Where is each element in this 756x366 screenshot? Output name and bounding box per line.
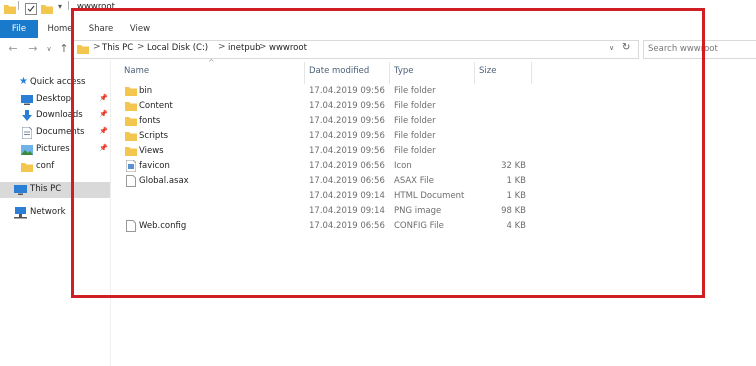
pictures-icon (21, 145, 33, 155)
nav-label: Pictures (36, 144, 70, 154)
properties-icon[interactable] (25, 3, 37, 15)
tab-file[interactable]: File (0, 20, 38, 38)
desktop-icon (21, 95, 33, 105)
nav-label: Desktop (36, 94, 72, 104)
download-icon (22, 110, 32, 121)
folder-icon (4, 5, 16, 14)
nav-label: This PC (30, 184, 62, 194)
customize-toolbar-icon[interactable]: ▾ (58, 2, 62, 11)
back-arrow-icon[interactable]: ← (6, 42, 20, 56)
quick-access-separator: | (17, 1, 21, 11)
documents-icon (22, 127, 32, 139)
recent-locations-chevron-icon[interactable]: ∨ (44, 42, 54, 56)
forward-arrow-icon[interactable]: → (26, 42, 40, 56)
title-separator: | (67, 1, 71, 11)
network-icon (14, 207, 27, 219)
nav-label: Network (30, 207, 66, 217)
up-arrow-icon[interactable]: ↑ (57, 42, 71, 56)
folder-icon (21, 163, 33, 172)
highlight-rectangle (71, 8, 705, 298)
new-folder-icon[interactable] (41, 3, 53, 14)
nav-label: conf (36, 161, 55, 171)
computer-icon (14, 185, 27, 195)
star-icon: ★ (19, 76, 28, 87)
